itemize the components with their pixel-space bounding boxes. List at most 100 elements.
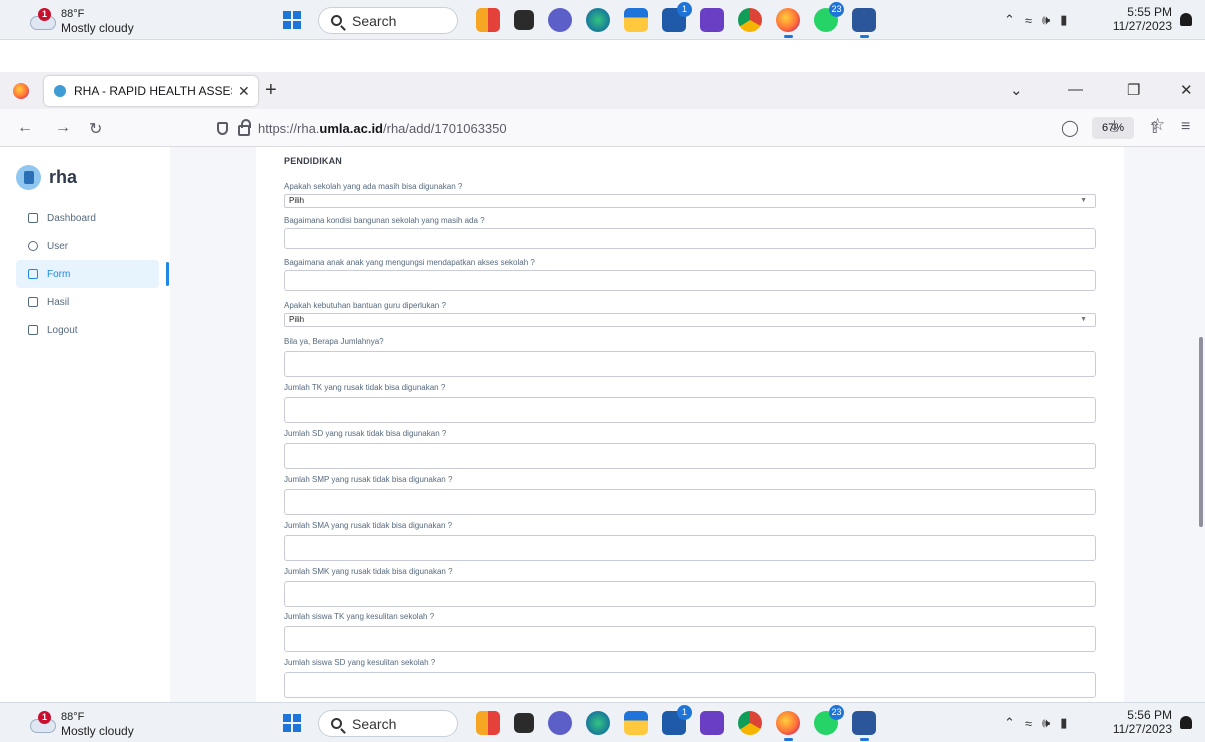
- vertical-scrollbar[interactable]: [1197, 147, 1205, 702]
- bell-icon[interactable]: [1180, 716, 1192, 729]
- reload-button[interactable]: ↻: [89, 119, 102, 139]
- chevron-up-icon[interactable]: ⌃: [1004, 12, 1015, 28]
- battery-icon[interactable]: ▮: [1060, 12, 1067, 28]
- input-kondisi-bangunan[interactable]: [284, 228, 1096, 249]
- weather-condition: Mostly cloudy: [61, 724, 134, 738]
- sidebar-item-user[interactable]: User: [16, 232, 159, 260]
- section-title: PENDIDIKAN: [284, 156, 343, 166]
- clock-time: 5:55 PM: [1127, 5, 1172, 19]
- file-explorer-icon[interactable]: [624, 711, 648, 735]
- store-badge: 1: [677, 2, 692, 17]
- clock[interactable]: 5:55 PM 11/27/2023: [1110, 5, 1172, 33]
- sidebar-menu: Dashboard User Form Hasil Logout: [16, 204, 170, 344]
- taskbar-bottom: 1 88°F Mostly cloudy Search 1 23 ⌃ ≈ 🕪 ▮…: [0, 702, 1205, 742]
- bell-icon[interactable]: [1180, 13, 1192, 26]
- firefox-icon[interactable]: [13, 83, 29, 99]
- scrollbar-thumb[interactable]: [1199, 337, 1203, 527]
- sidebar-item-dashboard[interactable]: Dashboard: [16, 204, 159, 232]
- volume-icon[interactable]: 🕪: [1042, 715, 1050, 731]
- url-path: /rha/add/1701063350: [383, 120, 507, 136]
- sidebar-item-logout[interactable]: Logout: [16, 316, 159, 344]
- back-button[interactable]: ←: [17, 119, 33, 137]
- gift-app-icon[interactable]: [476, 711, 500, 735]
- whatsapp-icon[interactable]: 23: [814, 705, 844, 735]
- tab-close-icon[interactable]: ✕: [238, 83, 250, 100]
- input-siswa-tk[interactable]: [284, 626, 1096, 652]
- select-bantuan-guru[interactable]: Pilih ▼: [284, 313, 1096, 327]
- url-bar[interactable]: https://rha.umla.ac.id/rha/add/170106335…: [205, 113, 1165, 143]
- lenovo-app-icon[interactable]: [514, 713, 534, 733]
- brand[interactable]: rha: [16, 165, 77, 190]
- windows-logo-icon[interactable]: [283, 11, 301, 29]
- zoom-app-icon[interactable]: [548, 8, 572, 32]
- field-label: Jumlah TK yang rusak tidak bisa digunaka…: [284, 383, 446, 392]
- chevron-up-icon[interactable]: ⌃: [1004, 715, 1015, 731]
- left-gutter: [170, 147, 254, 702]
- input-akses-sekolah[interactable]: [284, 270, 1096, 291]
- system-tray[interactable]: ⌃ ≈ 🕪 ▮: [1004, 12, 1067, 28]
- pocket-icon[interactable]: ◯: [1061, 118, 1079, 138]
- store-app-icon[interactable]: 1: [662, 705, 692, 735]
- new-tab-button[interactable]: +: [265, 79, 277, 102]
- gift-app-icon[interactable]: [476, 8, 500, 32]
- input-sma-rusak[interactable]: [284, 535, 1096, 561]
- url-text[interactable]: https://rha.umla.ac.id/rha/add/170106335…: [258, 121, 507, 136]
- wifi-icon[interactable]: ≈: [1025, 13, 1032, 28]
- list-tabs-icon[interactable]: ⌄: [1010, 81, 1023, 99]
- input-jumlah-guru[interactable]: [284, 351, 1096, 377]
- input-smk-rusak[interactable]: [284, 581, 1096, 607]
- input-tk-rusak[interactable]: [284, 397, 1096, 423]
- downloads-icon[interactable]: ⤓: [1111, 118, 1118, 136]
- field-sd-rusak: Jumlah SD yang rusak tidak bisa digunaka…: [284, 429, 1096, 469]
- field-siswa-tk: Jumlah siswa TK yang kesulitan sekolah ?: [284, 612, 1096, 652]
- word-icon[interactable]: [852, 711, 876, 741]
- input-smp-rusak[interactable]: [284, 489, 1096, 515]
- edge-icon[interactable]: [586, 8, 610, 32]
- taskbar-search[interactable]: Search: [318, 710, 458, 737]
- browser-tab[interactable]: RHA - RAPID HEALTH ASSESSM ✕: [44, 76, 258, 106]
- word-icon[interactable]: [852, 8, 876, 38]
- clock[interactable]: 5:56 PM 11/27/2023: [1110, 708, 1172, 736]
- store-app-icon[interactable]: 1: [662, 2, 692, 32]
- weather-widget[interactable]: 1 88°F Mostly cloudy: [30, 6, 150, 35]
- shield-icon[interactable]: [217, 121, 228, 135]
- chrome-icon[interactable]: [738, 711, 762, 735]
- edge-icon[interactable]: [586, 711, 610, 735]
- windows-logo-icon[interactable]: [283, 714, 301, 732]
- maths-app-icon[interactable]: [700, 8, 724, 32]
- field-label: Jumlah SMA yang rusak tidak bisa digunak…: [284, 521, 453, 530]
- minimize-button[interactable]: —: [1068, 81, 1083, 98]
- sidebar-item-form[interactable]: Form: [16, 260, 169, 288]
- zoom-app-icon[interactable]: [548, 711, 572, 735]
- wifi-icon[interactable]: ≈: [1025, 716, 1032, 731]
- firefox-taskbar-icon[interactable]: [776, 8, 800, 38]
- lock-icon[interactable]: [238, 118, 251, 136]
- field-akses-sekolah: Bagaimana anak anak yang mengungsi menda…: [284, 258, 1096, 291]
- sidebar-item-label: User: [47, 240, 69, 252]
- browser-tabbar: RHA - RAPID HEALTH ASSESSM ✕ + ⌄ — ❐ ✕: [0, 72, 1205, 109]
- menu-icon[interactable]: ≡: [1181, 118, 1190, 136]
- volume-icon[interactable]: 🕪: [1042, 12, 1050, 28]
- restore-button[interactable]: ❐: [1127, 81, 1140, 99]
- taskbar-search[interactable]: Search: [318, 7, 458, 34]
- maths-app-icon[interactable]: [700, 711, 724, 735]
- battery-icon[interactable]: ▮: [1060, 715, 1067, 731]
- input-siswa-sd[interactable]: [284, 672, 1096, 698]
- system-tray[interactable]: ⌃ ≈ 🕪 ▮: [1004, 715, 1067, 731]
- select-sekolah-digunakan[interactable]: Pilih ▼: [284, 194, 1096, 208]
- whatsapp-badge: 23: [829, 2, 844, 17]
- chrome-icon[interactable]: [738, 8, 762, 32]
- forward-button[interactable]: →: [55, 119, 71, 137]
- lenovo-app-icon[interactable]: [514, 10, 534, 30]
- firefox-taskbar-icon[interactable]: [776, 711, 800, 741]
- file-explorer-icon[interactable]: [624, 8, 648, 32]
- weather-widget[interactable]: 1 88°F Mostly cloudy: [30, 709, 150, 738]
- input-sd-rusak[interactable]: [284, 443, 1096, 469]
- sidebar-item-hasil[interactable]: Hasil: [16, 288, 159, 316]
- share-icon[interactable]: ⇧: [1148, 118, 1161, 138]
- field-siswa-sd: Jumlah siswa SD yang kesulitan sekolah ?: [284, 658, 1096, 698]
- whatsapp-icon[interactable]: 23: [814, 2, 844, 32]
- user-icon: [28, 241, 38, 251]
- close-window-button[interactable]: ✕: [1180, 81, 1193, 99]
- taskbar-search-label: Search: [352, 12, 397, 29]
